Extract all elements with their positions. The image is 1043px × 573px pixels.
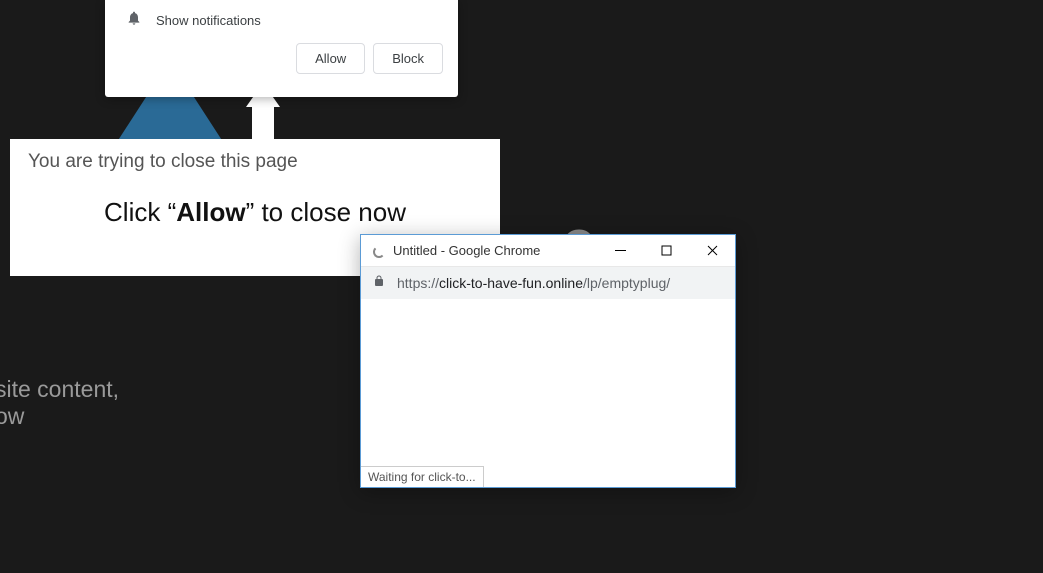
popup-address-bar[interactable]: https://click-to-have-fun.online/lp/empt… xyxy=(361,267,735,299)
popup-titlebar[interactable]: Untitled - Google Chrome xyxy=(361,235,735,267)
close-button[interactable] xyxy=(689,235,735,267)
bell-icon xyxy=(126,10,142,31)
block-button[interactable]: Block xyxy=(373,43,443,74)
loading-spinner-icon xyxy=(371,244,385,258)
instruction-line1: You are trying to close this page xyxy=(28,151,482,173)
popup-window-title: Untitled - Google Chrome xyxy=(393,243,597,258)
popup-url: https://click-to-have-fun.online/lp/empt… xyxy=(397,275,670,291)
notification-text: Show notifications xyxy=(156,13,261,28)
popup-status-bar: Waiting for click-to... xyxy=(361,466,484,487)
lock-icon xyxy=(373,274,385,292)
background-text-line2: ow xyxy=(0,403,24,430)
allow-button[interactable]: Allow xyxy=(296,43,365,74)
maximize-button[interactable] xyxy=(643,235,689,267)
popup-content-area: Waiting for click-to... xyxy=(361,299,735,487)
minimize-button[interactable] xyxy=(597,235,643,267)
notification-prompt: Show notifications Allow Block xyxy=(105,0,458,97)
background-text-line1: site content, xyxy=(0,376,119,403)
instruction-line2: Click “Allow” to close now xyxy=(28,197,482,228)
popup-chrome-window: Untitled - Google Chrome https://click-t… xyxy=(360,234,736,488)
